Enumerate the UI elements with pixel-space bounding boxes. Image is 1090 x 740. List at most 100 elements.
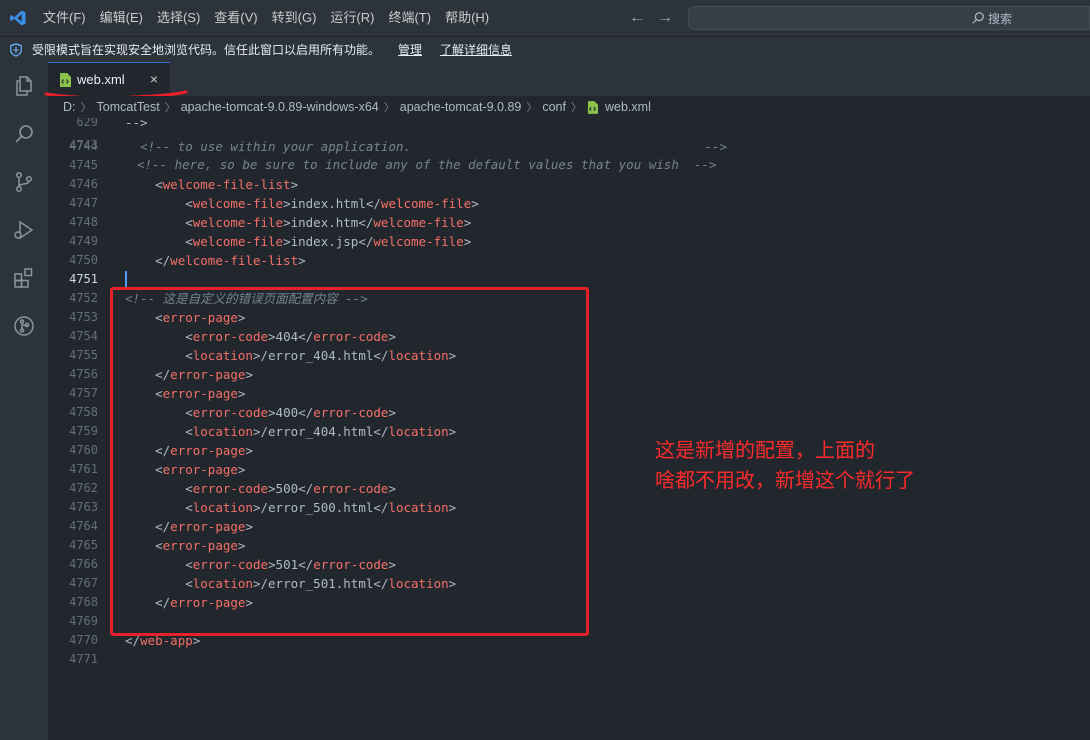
chevron-right-icon: 〉 [80,102,92,114]
code-token: < [185,215,193,230]
menu-item[interactable]: 编辑(E) [93,6,150,30]
line-number: 4756 [69,367,98,381]
extensions-icon[interactable] [0,254,48,302]
line-number: 4748 [69,215,98,229]
git-graph-icon[interactable] [0,302,48,350]
line-number: 4766 [69,557,98,571]
activity-bar [0,62,48,740]
code-token: < [185,234,193,249]
line-number: 4758 [69,405,98,419]
code-line[interactable]: 4749 <welcome-file>index.jsp</welcome-fi… [48,232,1090,251]
code-token: > [471,196,479,211]
chevron-right-icon: 〉 [383,102,395,114]
breadcrumb-item[interactable]: conf [542,100,566,114]
line-number: 4747 [69,196,98,210]
chevron-right-icon: 〉 [526,102,538,114]
line-number: 4746 [69,177,98,191]
menu-item[interactable]: 查看(V) [207,6,264,30]
text-cursor [125,271,127,288]
menu-item[interactable]: 选择(S) [150,6,207,30]
close-icon[interactable]: × [146,71,162,87]
code-token: < [155,177,163,192]
code-token: welcome-file [373,215,464,230]
code-token: index.htm [290,215,359,230]
code-token: index.html [290,196,366,211]
source-control-icon[interactable] [0,158,48,206]
menu-item[interactable]: 运行(R) [323,6,381,30]
code-token: > [290,177,299,192]
code-token: welcome-file [373,234,464,249]
chevron-right-icon: 〉 [164,102,176,114]
line-number: 4751 [69,272,98,286]
sticky-scroll-line[interactable]: 629 --> [48,118,1090,130]
line-number: 4762 [69,481,98,495]
breadcrumb: D: 〉 TomcatTest 〉 apache-tomcat-9.0.89-windo… [48,96,1090,118]
code-token: > [283,196,291,211]
xml-file-icon [60,72,71,87]
line-number: 4749 [69,234,98,248]
breadcrumb-item[interactable]: D: [63,100,76,114]
code-line[interactable]: 4744 <!-- to use within your application… [48,137,1090,156]
code-line[interactable]: 4745 [48,156,1090,175]
explorer-icon[interactable] [0,62,48,110]
line-number: 4757 [69,386,98,400]
line-number: 4770 [69,633,98,647]
breadcrumb-item[interactable]: apache-tomcat-9.0.89-windows-x64 [181,100,379,114]
code-token: > [283,234,291,249]
code-line[interactable]: 4747 <welcome-file>index.html</welcome-f… [48,194,1090,213]
search-icon[interactable] [0,110,48,158]
arrow-right-icon[interactable]: → [656,6,674,30]
run-debug-icon[interactable] [0,206,48,254]
code-line[interactable]: 4750 </welcome-file-list> [48,251,1090,270]
code-text: <!-- to use within your application. --> [125,137,727,156]
code-token: </ [155,253,171,268]
line-number: 4769 [69,614,98,628]
line-number: 4754 [69,329,98,343]
line-number: 4744 [69,139,98,153]
line-number: 4765 [69,538,98,552]
arrow-left-icon[interactable]: ← [628,6,646,30]
code-line[interactable]: 4746 <welcome-file-list> [48,175,1090,194]
line-number: 4760 [69,443,98,457]
code-token: < [185,196,193,211]
line-number: 4767 [69,576,98,590]
code-line[interactable]: 4748 <welcome-file>index.htm</welcome-fi… [48,213,1090,232]
menu-bar: 文件(F) 编辑(E) 选择(S) 查看(V) 转到(G) 运行(R) 终端(T) 帮助(H) [36,0,496,36]
restricted-mode-banner: 受限模式旨在实现安全地浏览代码。信任此窗口以启用所有功能。 管理 了解详细信息 [0,36,1090,62]
learn-more-link[interactable]: 了解详细信息 [440,41,512,58]
code-token: > [463,234,472,249]
code-text: </welcome-file-list> [125,251,306,270]
code-token: </ [358,234,374,249]
line-number: 4764 [69,519,98,533]
code-token: welcome-file [192,215,284,230]
line-number: 4745 [69,158,98,172]
breadcrumb-item[interactable]: apache-tomcat-9.0.89 [400,100,522,114]
menu-item[interactable]: 文件(F) [36,6,93,30]
breadcrumb-item[interactable]: TomcatTest [97,100,160,114]
menu-item[interactable]: 转到(G) [265,6,324,30]
line-number: 4759 [69,424,98,438]
line-number: 4761 [69,462,98,476]
banner-message: 受限模式旨在实现安全地浏览代码。信任此窗口以启用所有功能。 [32,43,381,57]
code-line[interactable]: 4771 [48,650,1090,669]
code-text: <welcome-file>index.jsp</welcome-file> [125,232,471,251]
tab-label: web.xml [77,72,125,87]
navigation-arrows: ← → [628,6,674,30]
manage-link[interactable]: 管理 [398,41,422,58]
command-center-search[interactable]: 搜索 [688,6,1090,30]
xml-file-icon [587,100,598,114]
menu-item[interactable]: 帮助(H) [438,6,496,30]
code-token: welcome-file-list [170,253,299,268]
code-token: > [283,215,291,230]
breadcrumb-item[interactable]: web.xml [605,100,651,114]
code-token: </ [365,196,381,211]
vscode-logo-icon [0,0,36,36]
code-text: <welcome-file>index.htm</welcome-file> [125,213,471,232]
annotation-note: 这是新增的配置，上面的 啥都不用改，新增这个就行了 [655,438,915,492]
code-token: > [298,253,306,268]
menu-item[interactable]: 终端(T) [381,6,438,30]
